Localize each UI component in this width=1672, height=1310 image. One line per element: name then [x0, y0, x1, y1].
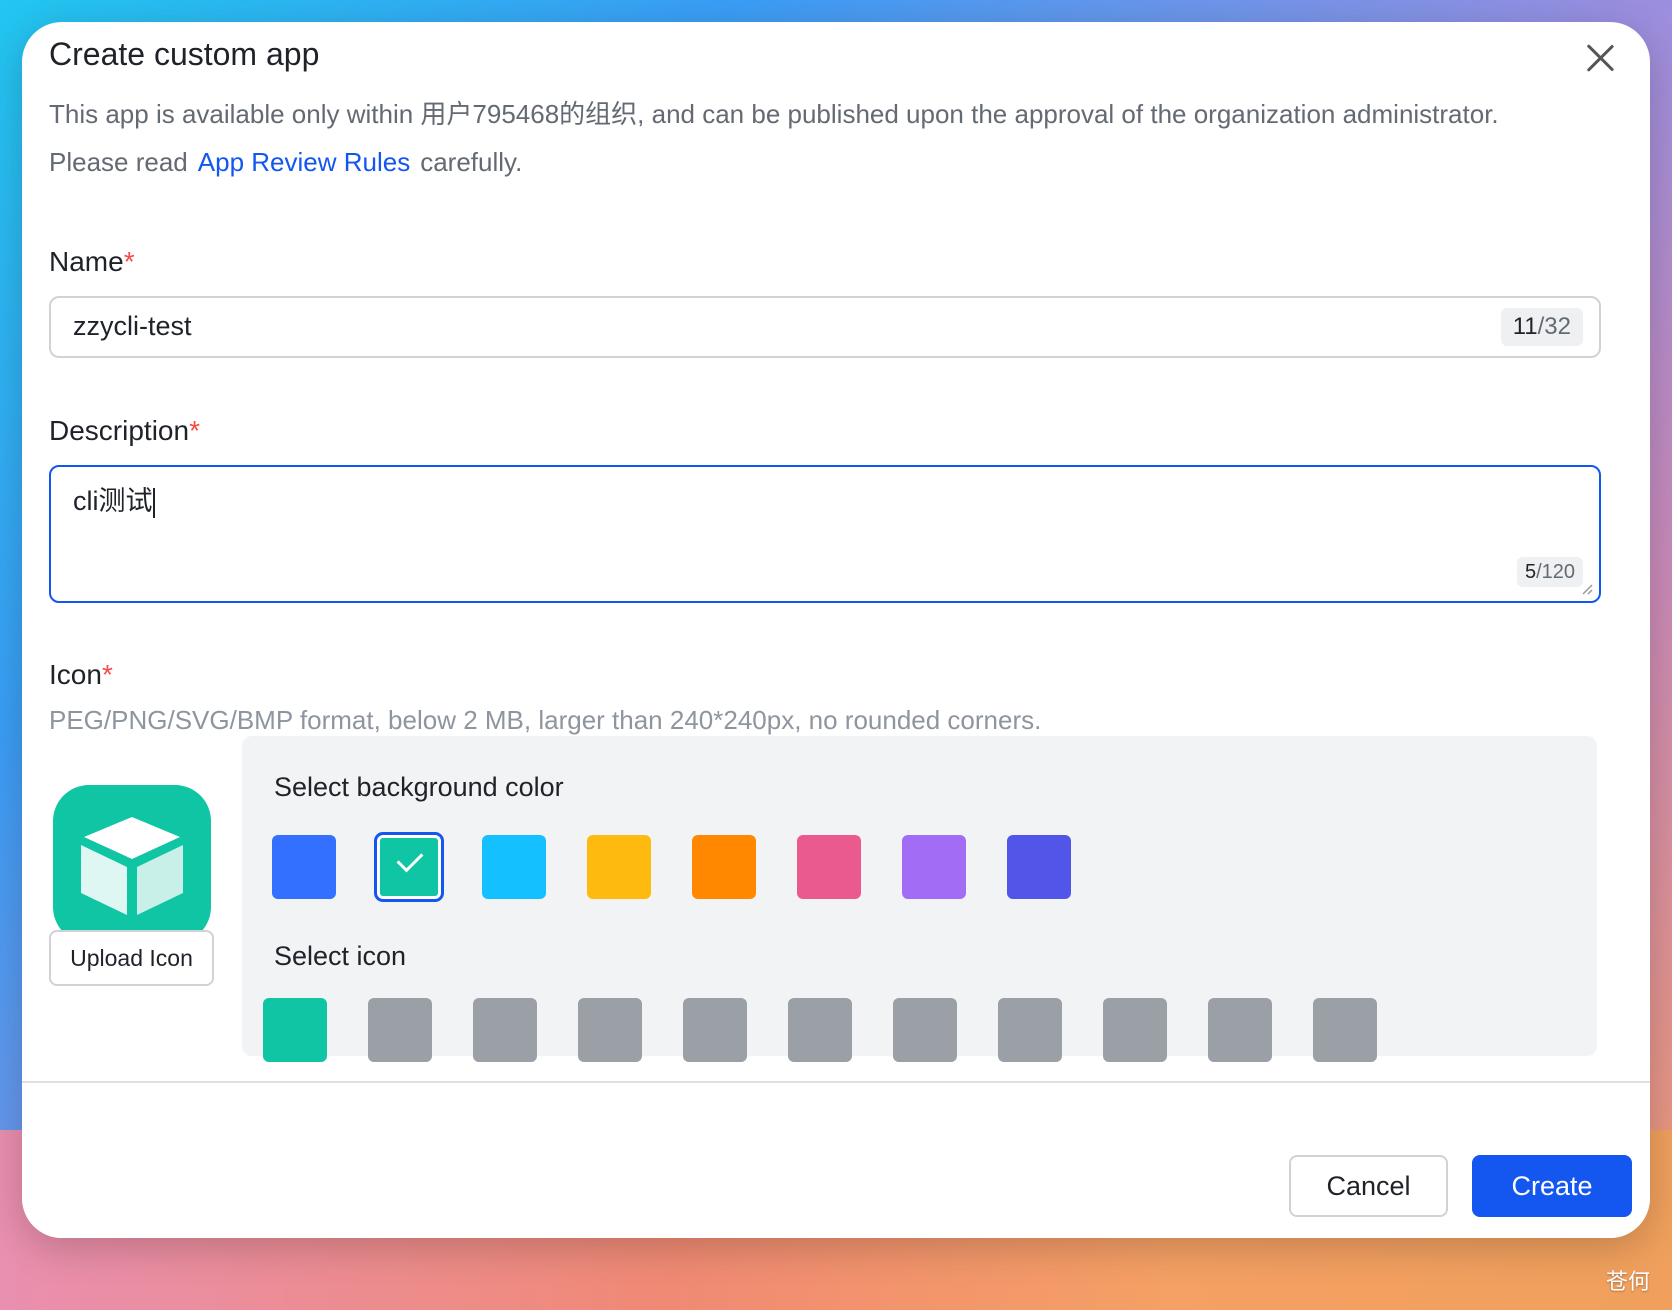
name-label-text: Name [49, 246, 124, 277]
name-input-value: zzycli-test [73, 311, 192, 341]
description-textarea[interactable]: cli测试 5/120 [49, 465, 1601, 603]
color-swatch-purple[interactable] [902, 835, 966, 899]
wrench-icon[interactable] [1313, 998, 1377, 1062]
description-char-counter: 5/120 [1516, 557, 1583, 587]
intro-text-end: carefully. [420, 147, 523, 177]
color-swatch-cyan[interactable] [482, 835, 546, 899]
app-review-rules-link[interactable]: App Review Rules [198, 147, 410, 177]
upload-icon-button[interactable]: Upload Icon [49, 930, 214, 986]
dialog-intro: This app is available only within 用户7954… [49, 90, 1569, 186]
name-input[interactable]: zzycli-test 11/32 [49, 296, 1601, 358]
name-count-max: /32 [1537, 313, 1571, 340]
description-input-value: cli测试 [73, 479, 155, 518]
create-button[interactable]: Create [1472, 1155, 1632, 1217]
text-caret [152, 487, 155, 518]
required-mark: * [189, 415, 200, 446]
cancel-button[interactable]: Cancel [1289, 1155, 1448, 1217]
description-value-text: cli测试 [73, 486, 153, 516]
required-mark: * [101, 659, 113, 690]
color-swatch-pink[interactable] [797, 835, 861, 899]
name-count-current: 11 [1512, 313, 1538, 340]
description-count-max: /120 [1536, 561, 1575, 583]
bell-icon[interactable] [788, 998, 852, 1062]
cube-icon[interactable] [263, 998, 327, 1062]
color-swatch-yellow[interactable] [587, 835, 651, 899]
resize-handle-icon[interactable] [1581, 583, 1593, 595]
door-icon[interactable] [578, 998, 642, 1062]
dialog-title: Create custom app [49, 36, 320, 72]
pie-chart-icon[interactable] [998, 998, 1062, 1062]
tag-icon[interactable] [1208, 998, 1272, 1062]
icon-label: Icon* [49, 659, 113, 691]
name-label: Name* [49, 246, 135, 278]
robot-icon[interactable] [368, 998, 432, 1062]
color-swatch-teal[interactable] [374, 832, 444, 902]
required-mark: * [123, 246, 135, 277]
description-label: Description* [49, 415, 200, 447]
checklist-icon[interactable] [893, 998, 957, 1062]
lightning-icon[interactable] [473, 998, 537, 1062]
footer-divider [22, 1081, 1650, 1083]
close-icon[interactable] [1580, 38, 1620, 78]
check-icon [396, 845, 424, 873]
description-count-current: 5 [1524, 561, 1537, 583]
description-label-text: Description [49, 415, 190, 446]
app-icon-preview [53, 785, 211, 943]
icon-select-heading: Select icon [274, 941, 407, 971]
icon-format-hint: PEG/PNG/SVG/BMP format, below 2 MB, larg… [49, 705, 1042, 735]
name-char-counter: 11/32 [1500, 308, 1583, 346]
cube-icon [81, 817, 183, 915]
watermark: 苍何 [1605, 1269, 1650, 1294]
bg-color-heading: Select background color [274, 772, 564, 802]
star-badge-icon[interactable] [1103, 998, 1167, 1062]
briefcase-icon[interactable] [683, 998, 747, 1062]
color-swatch-blue[interactable] [272, 835, 336, 899]
color-swatch-indigo[interactable] [1007, 835, 1071, 899]
color-swatch-orange[interactable] [692, 835, 756, 899]
icon-label-text: Icon [49, 659, 102, 690]
create-app-dialog: Create custom app This app is available … [22, 22, 1650, 1238]
